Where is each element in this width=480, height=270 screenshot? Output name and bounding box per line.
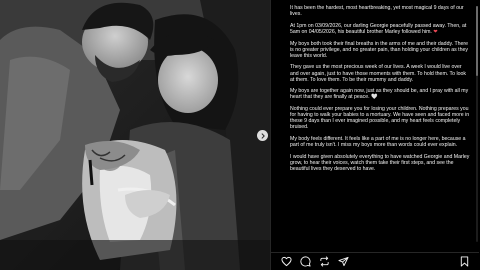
scrollbar-thumb[interactable] (476, 6, 478, 76)
post-photo (0, 0, 270, 270)
share-icon (337, 256, 349, 267)
family-photo-image (0, 0, 270, 270)
caption-scrollbar[interactable] (476, 6, 478, 242)
caption-panel: It has been the hardest, most heartbreak… (270, 0, 480, 270)
next-photo-button[interactable] (257, 130, 268, 141)
share-button[interactable] (337, 256, 349, 268)
repost-button[interactable] (318, 256, 330, 268)
like-button[interactable] (280, 256, 292, 268)
caption-paragraph: I would have given absolutely everything… (290, 153, 470, 173)
chevron-right-icon (261, 132, 265, 139)
heart-icon (280, 256, 292, 267)
caption-paragraph: My boys are together again now, just as … (290, 88, 469, 101)
caption-paragraph: At 1pm on 03/09/2026, our darling Georgi… (290, 22, 467, 35)
heart-emoji-icon: ❤ (433, 28, 438, 35)
save-button[interactable] (458, 256, 470, 268)
repost-icon (319, 256, 329, 267)
instagram-post: It has been the hardest, most heartbreak… (0, 0, 480, 270)
caption-paragraph: Nothing could ever prepare you for losin… (290, 106, 470, 131)
white-heart-emoji-icon: 🤍 (371, 94, 378, 101)
post-actions-bar (271, 252, 479, 270)
caption-paragraph: It has been the hardest, most heartbreak… (290, 5, 464, 18)
comment-icon (299, 256, 311, 267)
caption-paragraph: They gave us the most precious week of o… (290, 64, 466, 83)
caption-paragraph: My body feels different. It feels like a… (290, 136, 466, 149)
comment-button[interactable] (299, 256, 311, 268)
bookmark-icon (460, 256, 468, 267)
caption-paragraph: My boys both took their final breaths in… (290, 40, 469, 59)
post-caption: It has been the hardest, most heartbreak… (274, 5, 470, 249)
